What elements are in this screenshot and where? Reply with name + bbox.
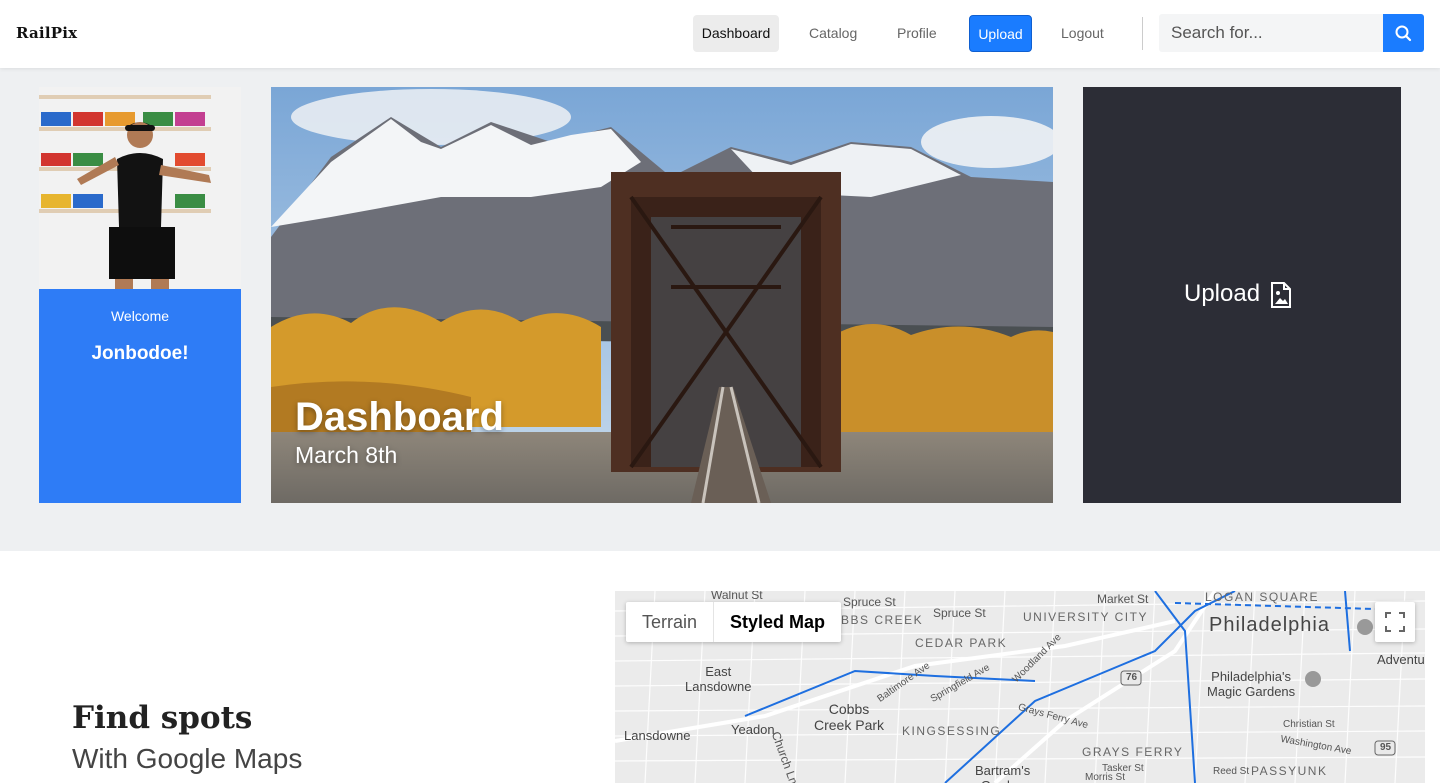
map-type-control: Terrain Styled Map	[626, 602, 842, 642]
map-label-east-lansdowne: East Lansdowne	[685, 664, 752, 694]
fullscreen-icon	[1385, 612, 1405, 632]
profile-card[interactable]: Welcome Jonbodoe!	[39, 87, 241, 503]
search-icon	[1395, 25, 1412, 42]
map-label-lansdowne: Lansdowne	[624, 728, 691, 743]
map-label-magic-gardens: Philadelphia's Magic Gardens	[1207, 669, 1296, 699]
find-spots-subtitle: With Google Maps	[72, 743, 303, 774]
search-button[interactable]	[1383, 14, 1424, 52]
map-label-spruce: Spruce St	[843, 595, 896, 609]
navbar: RailPix Dashboard Catalog Profile Upload…	[0, 0, 1440, 68]
map-label-cobbs-creek-district: BBS CREEK	[841, 613, 924, 627]
find-spots-title: Find spots	[72, 700, 253, 736]
google-map[interactable]: Walnut St Spruce St Spruce St Market St …	[615, 591, 1425, 783]
map-fullscreen-button[interactable]	[1375, 602, 1415, 642]
map-label-spruce-2: Spruce St	[933, 606, 986, 620]
map-type-terrain[interactable]: Terrain	[626, 602, 713, 642]
map-label-christian-st: Christian St	[1283, 719, 1335, 730]
map-label-bartrams-garden: Bartram's Garden	[975, 763, 1031, 783]
upload-card[interactable]: Upload	[1083, 87, 1401, 503]
username: Jonbodoe!	[91, 343, 189, 364]
upload-card-label: Upload	[1184, 280, 1261, 307]
image-file-icon	[1271, 282, 1291, 308]
map-label-cobbs-creek-park: Cobbs Creek Park	[814, 701, 885, 733]
hero-title: Dashboard	[295, 395, 504, 439]
map-label-philadelphia: Philadelphia	[1209, 614, 1330, 636]
map-label-passyunk: PASSYUNK	[1251, 764, 1328, 778]
hero-date: March 8th	[295, 442, 398, 468]
map-type-styled[interactable]: Styled Map	[713, 602, 841, 642]
nav-divider	[1142, 17, 1143, 50]
map-label-grays-ferry: GRAYS FERRY	[1082, 745, 1184, 759]
nav-profile[interactable]: Profile	[889, 15, 945, 52]
map-label-adventure-aquarium: Adventure Aqu	[1377, 652, 1425, 667]
map-label-market: Market St	[1097, 592, 1149, 606]
profile-photo	[39, 87, 241, 289]
map-route-76: 76	[1126, 672, 1138, 683]
map-label-university-city: UNIVERSITY CITY	[1023, 610, 1148, 624]
brand-logo[interactable]: RailPix	[16, 24, 77, 42]
map-label-walnut: Walnut St	[711, 591, 763, 602]
nav-upload-button[interactable]: Upload	[969, 15, 1032, 52]
map-label-logan-square: LOGAN SQUARE	[1205, 591, 1320, 604]
welcome-text: Welcome	[110, 308, 170, 324]
map-route-95: 95	[1380, 742, 1392, 753]
nav-logout[interactable]: Logout	[1053, 15, 1112, 52]
map-label-reed-st: Reed St	[1213, 766, 1250, 777]
map-label-kingsessing: KINGSESSING	[902, 724, 1002, 738]
nav-catalog[interactable]: Catalog	[801, 15, 865, 52]
map-label-cedar-park: CEDAR PARK	[915, 636, 1008, 650]
nav-dashboard[interactable]: Dashboard	[693, 15, 779, 52]
hero-image: Dashboard March 8th	[271, 87, 1053, 503]
map-label-morris-st: Morris St	[1085, 772, 1125, 783]
search-input[interactable]	[1159, 14, 1383, 52]
